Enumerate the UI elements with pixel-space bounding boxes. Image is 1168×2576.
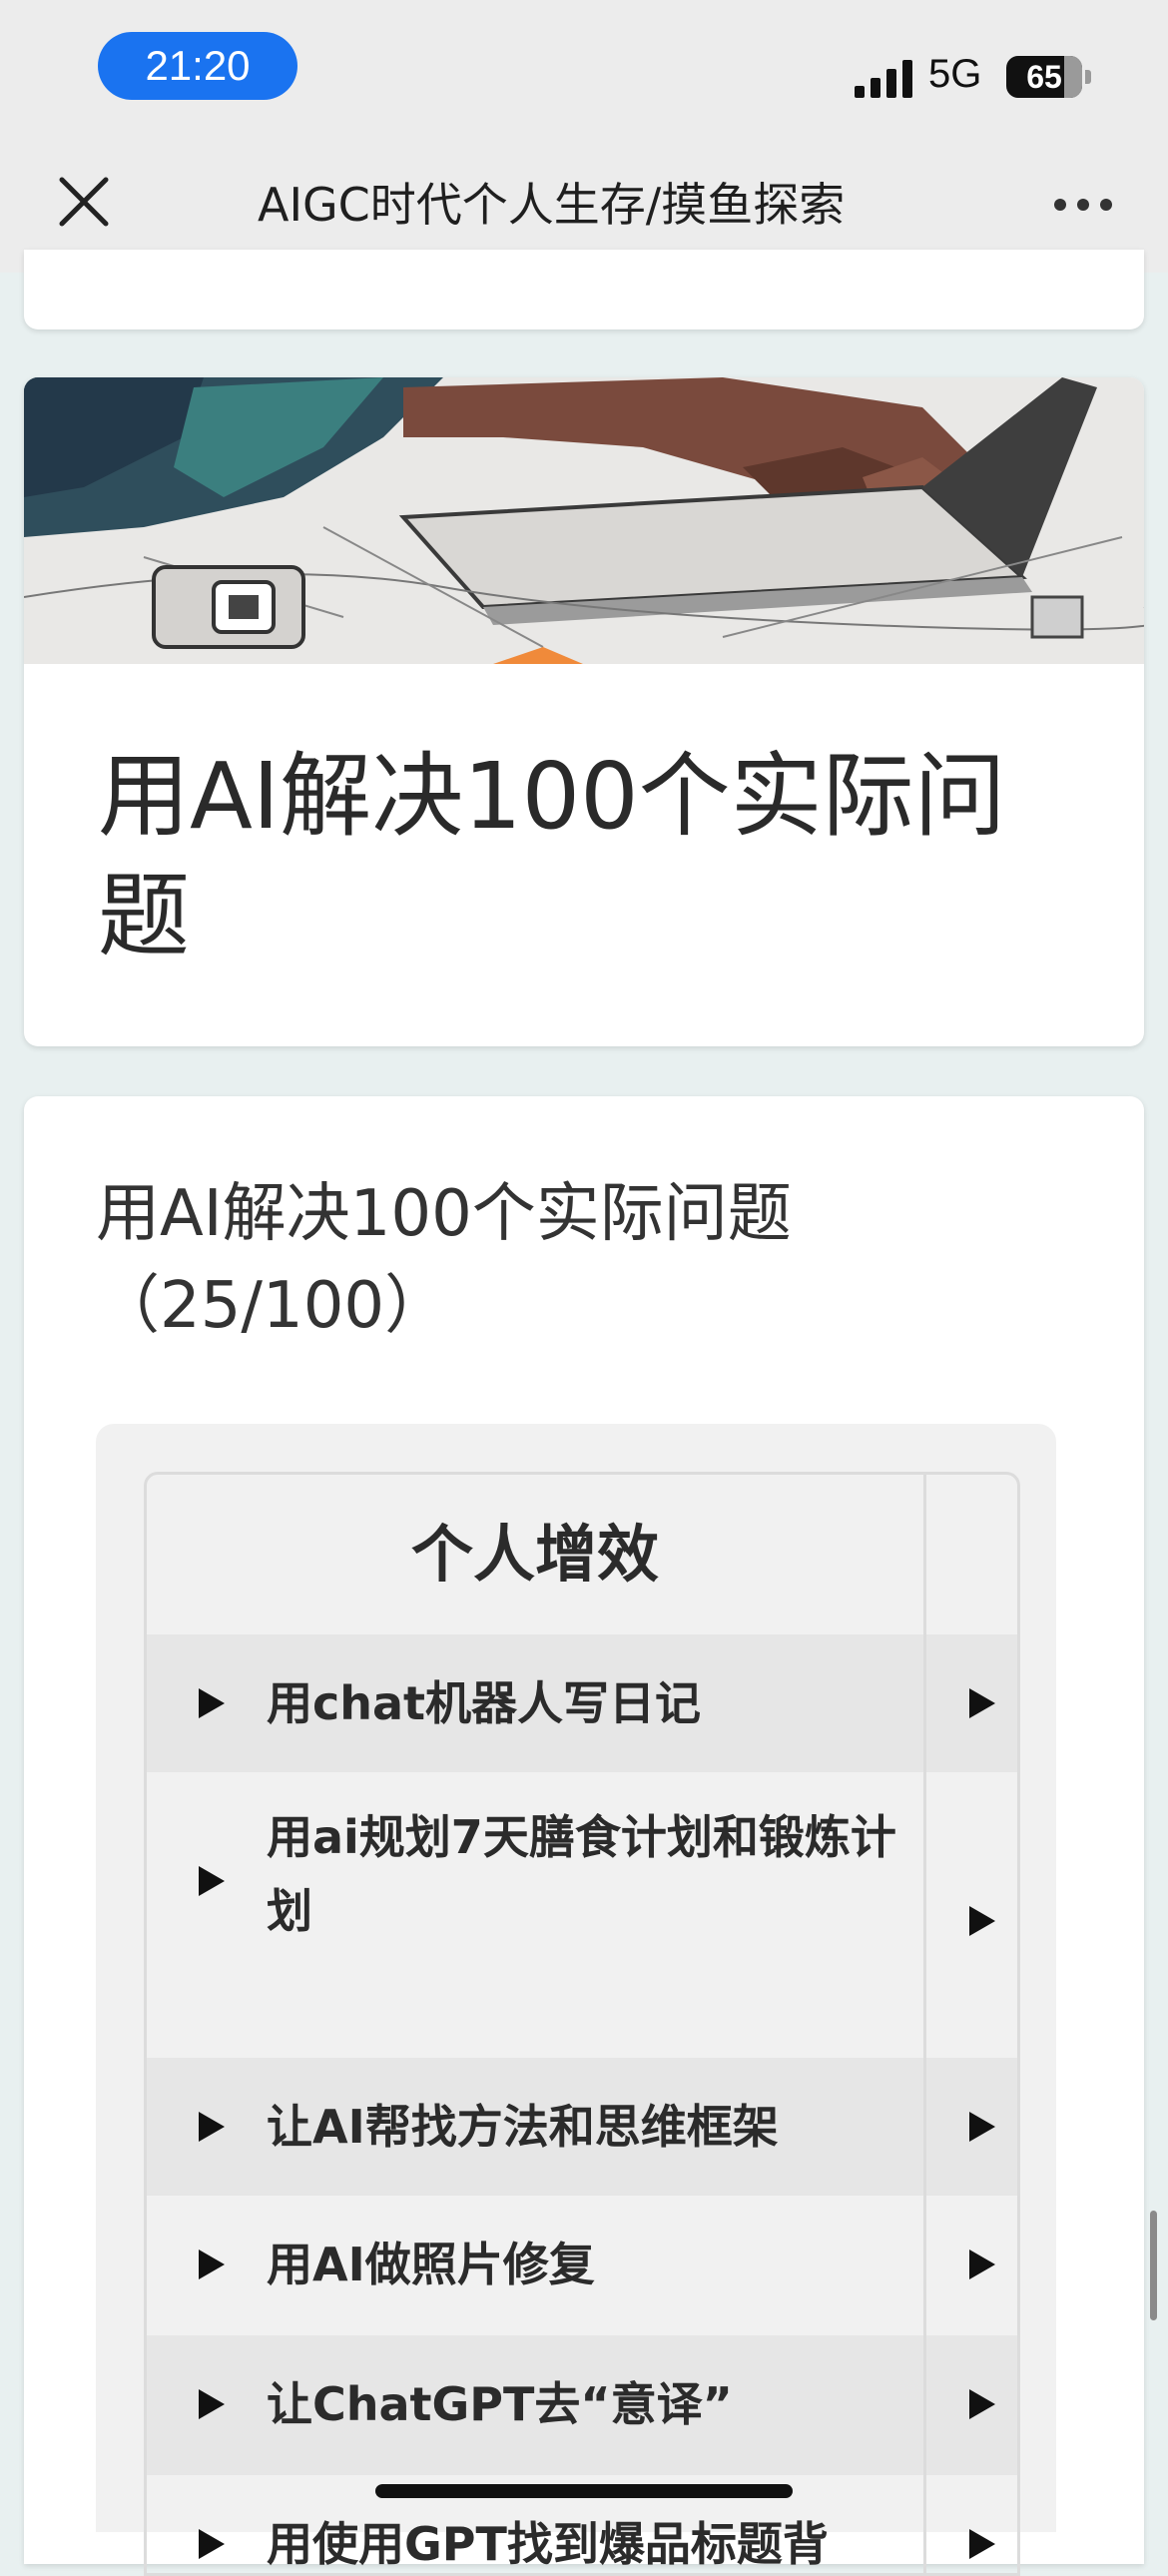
expand-toggle-icon[interactable] — [969, 1906, 995, 1936]
table-header: 个人增效 — [410, 1518, 659, 1591]
table-row[interactable]: 让ChatGPT去“意译” — [147, 2335, 1017, 2475]
expand-toggle-icon[interactable] — [199, 2529, 225, 2559]
signal-icon — [855, 58, 912, 98]
page-title: AIGC时代个人生存/摸鱼探索 — [258, 178, 846, 232]
row-label: 用使用GPT找到爆品标题背 — [267, 2517, 829, 2571]
expand-toggle-icon[interactable] — [969, 1688, 995, 1718]
row-label: 用ai规划7天膳食计划和锻炼计划 — [267, 1810, 896, 1938]
row-label: 用AI做照片修复 — [267, 2238, 595, 2291]
close-button[interactable] — [52, 170, 116, 234]
row-label: 让ChatGPT去“意译” — [267, 2377, 733, 2431]
expand-toggle-icon[interactable] — [969, 2529, 995, 2559]
battery-level: 65 — [1026, 59, 1062, 95]
battery-icon: 65 — [1006, 56, 1082, 98]
expand-toggle-icon[interactable] — [199, 1688, 225, 1718]
content-card: 用AI解决100个实际问题（25/100） 个人增效 用chat机器人写日记 用… — [24, 1096, 1144, 2576]
expand-toggle-icon[interactable] — [199, 2250, 225, 2279]
battery-cap — [1085, 70, 1091, 84]
article-card-title: 用AI解决100个实际问题 — [98, 743, 1006, 969]
scroll-indicator[interactable] — [1150, 2211, 1157, 2320]
table-row[interactable]: 用ai规划7天膳食计划和锻炼计划 — [147, 1772, 1017, 2058]
close-icon — [59, 177, 109, 227]
table-row[interactable]: 让AI帮找方法和思维框架 — [147, 2058, 1017, 2196]
home-indicator[interactable] — [375, 2484, 793, 2498]
more-button[interactable] — [1048, 190, 1118, 220]
expand-toggle-icon[interactable] — [199, 2389, 225, 2419]
table-row[interactable]: 用chat机器人写日记 — [147, 1634, 1017, 1772]
expand-toggle-icon[interactable] — [199, 1866, 225, 1896]
title-fade — [867, 170, 936, 240]
cover-image — [24, 377, 1144, 664]
row-label: 用chat机器人写日记 — [267, 1676, 702, 1730]
status-time: 21:20 — [98, 32, 297, 100]
table-container: 个人增效 用chat机器人写日记 用ai规划7天膳食计划和锻炼计划 让AI帮找方… — [96, 1424, 1056, 2576]
expand-toggle-icon[interactable] — [199, 2112, 225, 2142]
previous-card — [24, 250, 1144, 329]
row-label: 让AI帮找方法和思维框架 — [267, 2100, 779, 2154]
column-divider — [923, 1475, 926, 2573]
expand-toggle-icon[interactable] — [969, 2250, 995, 2279]
expand-toggle-icon[interactable] — [969, 2389, 995, 2419]
problem-table: 个人增效 用chat机器人写日记 用ai规划7天膳食计划和锻炼计划 让AI帮找方… — [144, 1472, 1020, 2576]
network-type: 5G — [928, 52, 982, 96]
section-title: 用AI解决100个实际问题（25/100） — [96, 1177, 792, 1343]
article-card[interactable]: 用AI解决100个实际问题 — [24, 377, 1144, 1046]
expand-toggle-icon[interactable] — [969, 2112, 995, 2142]
table-row[interactable]: 用AI做照片修复 — [147, 2196, 1017, 2335]
